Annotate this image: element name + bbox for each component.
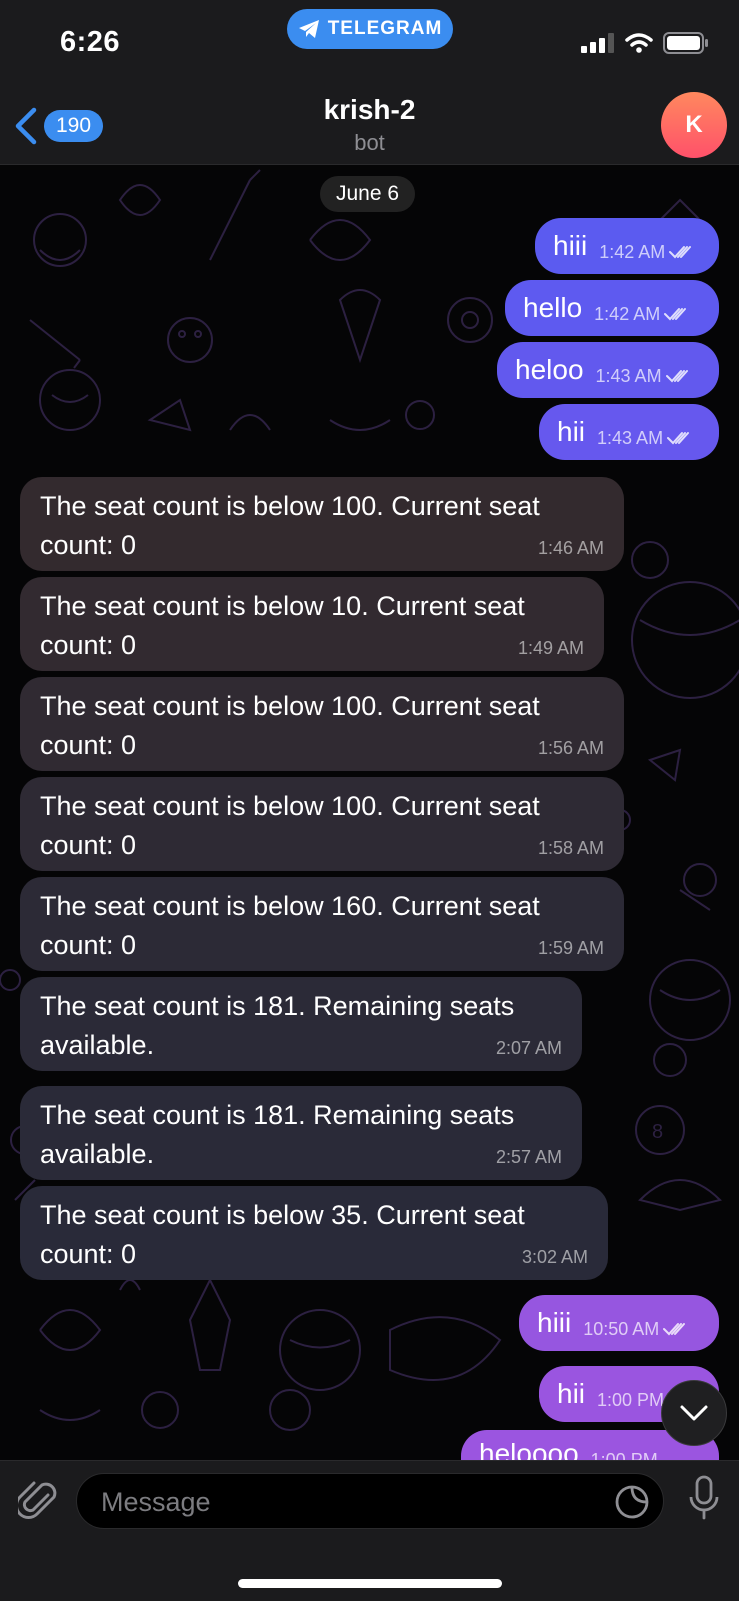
message-text: The seat count is 181. Remaining seats a… [40, 991, 515, 1060]
wifi-icon [625, 33, 653, 53]
date-separator: June 6 [320, 176, 416, 212]
message-bubble-incoming[interactable]: The seat count is below 100. Current sea… [20, 677, 624, 771]
message-input[interactable] [99, 1474, 583, 1530]
message-time: 2:57 AM [495, 1147, 562, 1167]
message-text: The seat count is below 100. Current sea… [40, 791, 540, 860]
message-text: hii [557, 416, 586, 447]
message-time: 1:43 AM [595, 365, 662, 386]
telegram-icon [298, 20, 319, 38]
message-bubble-outgoing[interactable]: hii 1:43 AM [539, 404, 719, 460]
double-check-icon [665, 370, 688, 383]
message-input-box [76, 1473, 664, 1530]
message-text: hii [557, 1378, 586, 1409]
double-check-icon [663, 1323, 686, 1336]
message-bubble-incoming[interactable]: The seat count is below 10. Current seat… [20, 577, 604, 671]
telegram-pill-label: TELEGRAM [327, 18, 443, 39]
message-meta: 1:00 PM [591, 1450, 658, 1460]
message-bubble-incoming[interactable]: The seat count is below 100. Current sea… [20, 477, 624, 571]
message-time: 1:58 AM [537, 838, 604, 858]
message-text: The seat count is below 160. Current sea… [40, 891, 540, 960]
message-time: 1:42 AM [594, 303, 661, 324]
chat-title[interactable]: krish-2 [0, 94, 739, 126]
message-time: 3:02 AM [521, 1247, 588, 1267]
message-time: 1:49 AM [517, 638, 584, 658]
message-bubble-outgoing[interactable]: hiii 1:42 AM [535, 218, 719, 274]
message-meta: 1:43 AM [596, 366, 692, 387]
sticker-icon [615, 1485, 649, 1519]
message-bubble-outgoing[interactable]: hello 1:42 AM [505, 280, 719, 336]
message-text: hiii [537, 1307, 572, 1338]
sticker-button[interactable] [615, 1485, 649, 1524]
battery-icon [663, 32, 708, 54]
message-bubble-incoming[interactable]: The seat count is below 35. Current seat… [20, 1186, 608, 1280]
message-text: The seat count is below 10. Current seat… [40, 591, 525, 660]
message-bubble-outgoing[interactable]: heloo 1:43 AM [497, 342, 719, 398]
message-bubble-incoming[interactable]: The seat count is below 100. Current sea… [20, 777, 624, 871]
chat-header: 190 krish-2 bot K [0, 88, 739, 165]
message-bubble-incoming[interactable]: The seat count is 181. Remaining seats a… [20, 977, 582, 1071]
message-text: hello [523, 292, 583, 323]
message-time: 1:46 AM [537, 538, 604, 558]
message-meta: 1:42 AM [594, 304, 690, 325]
avatar[interactable]: K [661, 92, 727, 158]
attach-button[interactable] [15, 1477, 58, 1528]
message-text: The seat count is 181. Remaining seats a… [40, 1100, 515, 1169]
double-check-icon [667, 432, 690, 445]
status-time: 6:26 [60, 26, 121, 58]
message-text: The seat count is below 100. Current sea… [40, 491, 540, 560]
message-text: hiii [553, 230, 588, 261]
message-time: 1:56 AM [537, 738, 604, 758]
message-time: 10:50 AM [583, 1318, 660, 1339]
message-bubble-outgoing[interactable]: hiii 10:50 AM [519, 1295, 719, 1351]
message-text: The seat count is below 35. Current seat… [40, 1200, 525, 1269]
svg-text:8: 8 [652, 1121, 663, 1143]
message-meta: 1:43 AM [597, 428, 693, 449]
message-time: 1:59 AM [537, 938, 604, 958]
message-meta: 1:42 AM [599, 242, 695, 263]
telegram-pill[interactable]: TELEGRAM [287, 9, 453, 49]
message-bubble-incoming[interactable]: The seat count is 181. Remaining seats a… [20, 1086, 582, 1180]
chat-subtitle: bot [354, 130, 385, 155]
message-bubble-incoming[interactable]: The seat count is below 160. Current sea… [20, 877, 624, 971]
home-indicator [238, 1579, 502, 1588]
message-time: 1:43 AM [597, 427, 664, 448]
signal-icon [581, 33, 614, 53]
double-check-icon [664, 308, 687, 321]
message-time: 1:00 PM [590, 1450, 658, 1460]
voice-record-button[interactable] [689, 1475, 719, 1526]
message-time: 2:07 AM [495, 1038, 562, 1058]
message-text: heloo [515, 354, 584, 385]
status-bar: 6:26 TELEGRAM [0, 0, 739, 88]
microphone-icon [689, 1475, 719, 1520]
paperclip-icon [15, 1481, 57, 1519]
message-text: The seat count is below 100. Current sea… [40, 691, 540, 760]
double-check-icon [669, 246, 692, 259]
message-time: 1:00 PM [597, 1389, 665, 1410]
message-text: heloooo [479, 1438, 579, 1460]
chevron-down-icon [680, 1405, 708, 1421]
message-meta: 10:50 AM [583, 1319, 689, 1340]
message-time: 1:42 AM [599, 241, 666, 262]
status-icons [581, 32, 709, 54]
scroll-to-bottom-button[interactable] [661, 1380, 727, 1446]
